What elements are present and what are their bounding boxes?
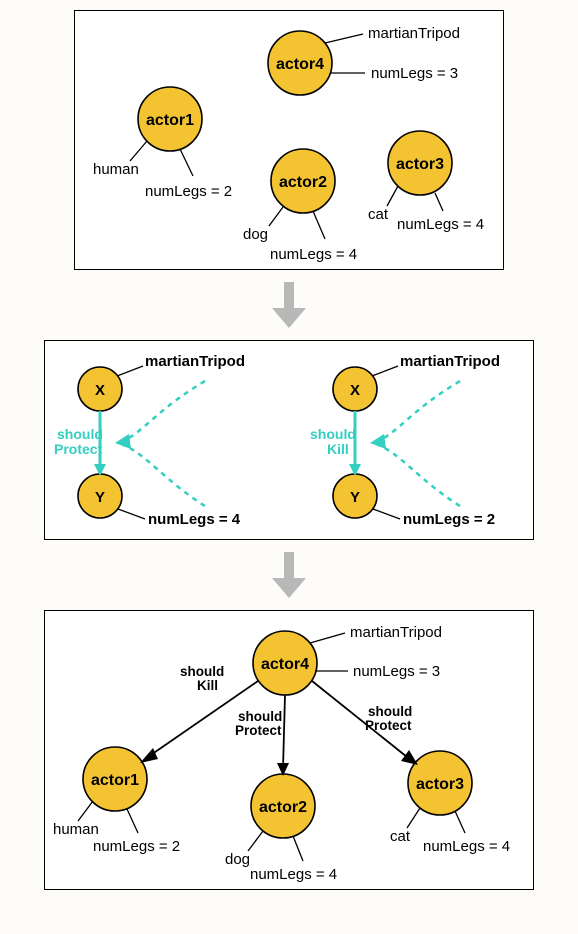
- actor4-attr1: martianTripod: [368, 25, 460, 42]
- panel-rules: X martianTripod Y numLegs = 4 should Pro…: [44, 340, 534, 540]
- actor2-attrline1: [269, 207, 283, 226]
- p3-actor2-a1: dog: [225, 851, 250, 868]
- p3-actor1-al1: [78, 801, 93, 821]
- left-x-attrline: [117, 366, 143, 376]
- right-rel-l2: Kill: [327, 441, 349, 457]
- p3-actor4-al1: [310, 633, 345, 643]
- p3-actor4-a1: martianTripod: [350, 624, 442, 641]
- p3-actor1-label: actor1: [91, 772, 139, 789]
- rel-a2-l2: Protect: [235, 723, 282, 738]
- rel-a1-l2: Kill: [197, 678, 218, 693]
- rel-a2-l1: should: [238, 709, 282, 724]
- actor1-attrline1: [130, 141, 147, 161]
- p3-actor1-a2: numLegs = 2: [93, 838, 180, 855]
- connector-arrow-2: [0, 550, 578, 600]
- rel-a4-a2: [283, 695, 285, 769]
- actor3-label: actor3: [396, 156, 444, 173]
- left-rel-l2: Protect: [54, 441, 103, 457]
- right-impl-arrowhead: [370, 434, 386, 449]
- actor4-attrline1: [325, 34, 363, 43]
- left-impl-arrowhead: [115, 434, 131, 449]
- actor2-attr1: dog: [243, 226, 268, 243]
- p3-actor4-label: actor4: [261, 656, 309, 673]
- right-y-attrline: [373, 509, 400, 519]
- p3-actor2-al2: [293, 836, 303, 861]
- rel-a1-l1: should: [180, 664, 224, 679]
- left-y-attrline: [118, 509, 145, 519]
- rel-a4-a3-head: [401, 750, 418, 765]
- panel-result: actor4 martianTripod numLegs = 3 actor1 …: [44, 610, 534, 890]
- p3-actor3-a2: numLegs = 4: [423, 838, 510, 855]
- panel-initial-actors: actor4 martianTripod numLegs = 3 actor1 …: [74, 10, 504, 270]
- right-y-attr: numLegs = 2: [403, 511, 495, 528]
- actor2-attr2: numLegs = 4: [270, 246, 357, 263]
- right-y-label: Y: [350, 489, 360, 506]
- p3-actor2-a2: numLegs = 4: [250, 866, 337, 883]
- actor1-attrline2: [180, 149, 193, 176]
- actor4-attr2: numLegs = 3: [371, 65, 458, 82]
- left-x-label: X: [95, 382, 105, 399]
- right-x-attr: martianTripod: [400, 353, 500, 370]
- rel-a4-a1-head: [140, 748, 158, 763]
- actor1-attr1: human: [93, 161, 139, 178]
- actor3-attrline1: [387, 186, 398, 206]
- actor1-attr2: numLegs = 2: [145, 183, 232, 200]
- left-y-label: Y: [95, 489, 105, 506]
- connector-arrow-1: [0, 280, 578, 330]
- actor3-attr2: numLegs = 4: [397, 216, 484, 233]
- p3-actor3-al1: [407, 808, 420, 828]
- left-y-attr: numLegs = 4: [148, 511, 241, 528]
- p3-actor3-label: actor3: [416, 776, 464, 793]
- actor2-attrline2: [313, 211, 325, 239]
- rule-right: X martianTripod Y numLegs = 2 should Kil…: [310, 353, 500, 528]
- actor2-label: actor2: [279, 174, 327, 191]
- right-rel-l1: should: [310, 426, 356, 442]
- right-x-label: X: [350, 382, 360, 399]
- panel2-svg: X martianTripod Y numLegs = 4 should Pro…: [45, 341, 535, 541]
- actor1-label: actor1: [146, 112, 194, 129]
- right-x-attrline: [372, 366, 398, 376]
- p3-actor1-al2: [127, 809, 138, 833]
- p3-actor3-a1: cat: [390, 828, 411, 845]
- actor3-attr1: cat: [368, 206, 389, 223]
- p3-actor2-al1: [248, 831, 263, 851]
- p3-actor3-al2: [455, 811, 465, 833]
- panel3-svg: actor4 martianTripod numLegs = 3 actor1 …: [45, 611, 535, 891]
- p3-actor2-label: actor2: [259, 799, 307, 816]
- p3-actor1-a1: human: [53, 821, 99, 838]
- p3-actor4-a2: numLegs = 3: [353, 663, 440, 680]
- rel-a3-l2: Protect: [365, 718, 412, 733]
- left-rel-l1: should: [57, 426, 103, 442]
- actor3-attrline2: [435, 193, 443, 211]
- down-arrow-icon: [272, 282, 306, 328]
- rel-a3-l1: should: [368, 704, 412, 719]
- actor4-label: actor4: [276, 56, 324, 73]
- panel1-svg: actor4 martianTripod numLegs = 3 actor1 …: [75, 11, 505, 271]
- down-arrow-icon: [272, 552, 306, 598]
- left-x-attr: martianTripod: [145, 353, 245, 370]
- rule-left: X martianTripod Y numLegs = 4 should Pro…: [54, 353, 245, 528]
